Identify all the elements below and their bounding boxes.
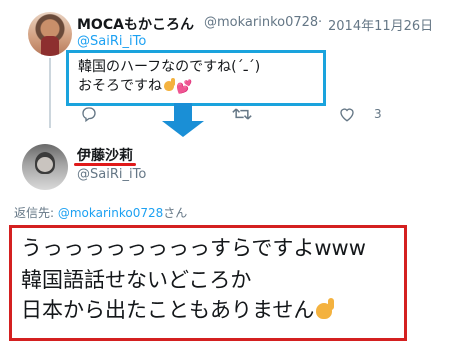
tweet-text-fragment: おそろですね bbox=[78, 78, 162, 94]
thread-connector bbox=[49, 58, 51, 128]
display-name[interactable]: MOCAもかころん bbox=[77, 14, 194, 34]
highlighted-tweet-text: 韓国のハーフなのですね(΄ـ΄) おそろですね 💕 bbox=[66, 50, 326, 106]
tweet-text-line: 韓国のハーフなのですね(΄ـ΄) bbox=[78, 59, 261, 75]
reply-prefix: 返信先: bbox=[14, 206, 58, 220]
tweet-text-fragment: 日本から出たこともありません bbox=[21, 298, 315, 322]
down-arrow-shaft bbox=[174, 103, 192, 121]
tweet-text-line: 日本から出たこともありません bbox=[21, 297, 336, 323]
tweet-text-line: うっっっっっっっっすらですよwww bbox=[21, 236, 366, 260]
tweet-text-line: おそろですね 💕 bbox=[78, 77, 192, 97]
highlighted-reply-text: うっっっっっっっっすらですよwww 韓国語話せないどころか 日本から出たこともあ… bbox=[9, 225, 407, 341]
like-count: 3 bbox=[374, 107, 382, 121]
reply-context: 返信先: @mokarinko0728さん bbox=[14, 204, 187, 221]
raising-hand-emoji-icon bbox=[314, 298, 336, 320]
avatar[interactable] bbox=[22, 144, 68, 190]
two-hearts-emoji-icon: 💕 bbox=[176, 80, 193, 95]
tweet-text-line: 韓国語話せないどころか bbox=[21, 268, 252, 292]
reply-icon[interactable] bbox=[80, 105, 98, 123]
reply-to-mention[interactable]: @SaiRi_iTo bbox=[77, 34, 146, 49]
reply-suffix: さん bbox=[163, 206, 188, 220]
user-handle[interactable]: @SaiRi_iTo bbox=[77, 167, 146, 182]
down-arrow-icon bbox=[162, 121, 204, 137]
tweet-date[interactable]: 2014年11月26日 bbox=[328, 15, 433, 34]
separator-dot: · bbox=[318, 15, 323, 30]
reply-mention-link[interactable]: @mokarinko0728 bbox=[58, 206, 163, 220]
display-name[interactable]: 伊藤沙莉 bbox=[77, 145, 133, 165]
raising-hand-emoji-icon bbox=[162, 78, 176, 92]
like-icon[interactable] bbox=[338, 105, 356, 123]
retweet-icon[interactable] bbox=[232, 107, 252, 121]
user-handle[interactable]: @mokarinko0728 bbox=[204, 15, 318, 30]
red-underline-mark bbox=[74, 163, 136, 166]
